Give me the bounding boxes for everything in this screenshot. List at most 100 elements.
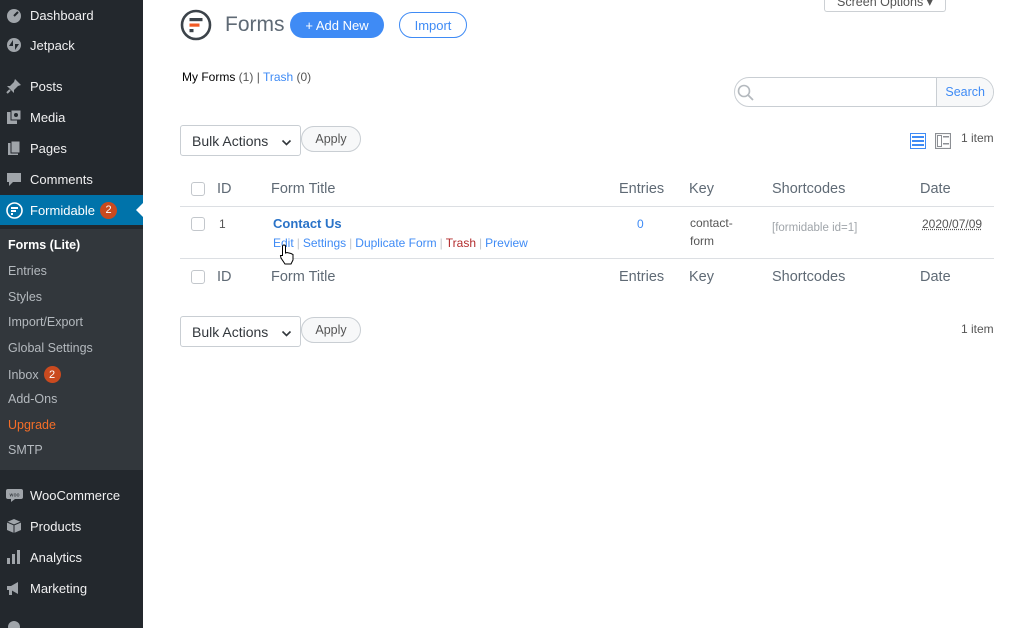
column-header-form-title[interactable]: Form Title — [271, 181, 335, 197]
column-footer-date[interactable]: Date — [920, 269, 951, 285]
bulk-actions-label: Bulk Actions — [192, 323, 269, 340]
menu-media[interactable]: Media — [0, 102, 143, 132]
chevron-down-icon — [281, 135, 292, 151]
menu-label: Analytics — [30, 549, 83, 565]
trash-link[interactable]: Trash — [446, 236, 476, 250]
search-icon — [735, 78, 756, 106]
woo-icon: woo — [5, 486, 23, 504]
page-title: Forms — [225, 13, 285, 36]
media-icon — [5, 108, 23, 126]
form-shortcode[interactable]: [formidable id=1] — [772, 222, 857, 234]
formidable-logo-icon — [180, 9, 212, 41]
menu-label: Media — [30, 109, 66, 125]
separator: | — [479, 236, 483, 250]
row-actions: Edit | Settings | Duplicate Form | Trash | Previ… — [273, 236, 528, 250]
submenu-import-export[interactable]: Import/Export — [8, 315, 83, 329]
menu-posts[interactable]: Posts — [0, 71, 143, 101]
menu-formidable[interactable]: Formidable 2 — [0, 195, 143, 225]
duplicate-form-link[interactable]: Duplicate Form — [355, 236, 436, 250]
excerpt-view-icon[interactable] — [934, 132, 952, 150]
notification-badge: 2 — [100, 201, 118, 219]
menu-label: Formidable — [30, 202, 96, 218]
submenu-global-settings[interactable]: Global Settings — [8, 341, 93, 355]
submenu-styles[interactable]: Styles — [8, 290, 42, 304]
column-header-id[interactable]: ID — [217, 181, 232, 197]
column-footer-key[interactable]: Key — [689, 269, 714, 285]
column-footer-entries[interactable]: Entries — [619, 269, 664, 285]
view-trash[interactable]: Trash — [263, 70, 293, 84]
admin-sidebar: Dashboard Jetpack Posts Media Pages Comm… — [0, 0, 143, 628]
form-id: 1 — [219, 217, 226, 231]
separator: | — [349, 236, 353, 250]
column-header-shortcodes: Shortcodes — [772, 181, 846, 197]
search-button[interactable]: Search — [936, 78, 993, 106]
select-all-checkbox[interactable] — [191, 182, 205, 196]
formidable-icon — [5, 201, 23, 219]
menu-products[interactable]: Products — [0, 511, 143, 541]
apply-button-bottom[interactable]: Apply — [301, 317, 361, 343]
view-my-forms-count: (1) — [238, 70, 254, 84]
submenu-label: Inbox — [8, 367, 39, 382]
column-footer-shortcodes: Shortcodes — [772, 269, 846, 285]
submenu-add-ons[interactable]: Add-Ons — [8, 392, 57, 406]
apply-button[interactable]: Apply — [301, 126, 361, 152]
menu-label: WooCommerce — [30, 487, 121, 503]
bulk-actions-select[interactable]: Bulk Actions — [180, 125, 301, 156]
table-divider — [180, 258, 994, 259]
menu-pages[interactable]: Pages — [0, 133, 143, 163]
preview-link[interactable]: Preview — [485, 236, 528, 250]
svg-text:woo: woo — [9, 493, 19, 499]
settings-link[interactable]: Settings — [303, 236, 346, 250]
screen-options-toggle[interactable]: Screen Options ▾ — [824, 0, 946, 12]
submenu-upgrade[interactable]: Upgrade — [8, 418, 56, 432]
table-divider — [180, 206, 994, 207]
list-view-icon[interactable] — [910, 133, 926, 149]
submenu-smtp[interactable]: SMTP — [8, 443, 43, 457]
menu-comments[interactable]: Comments — [0, 164, 143, 194]
search-input[interactable] — [756, 78, 937, 106]
menu-dashboard[interactable]: Dashboard — [0, 0, 143, 30]
menu-more[interactable] — [0, 608, 143, 628]
menu-label: Dashboard — [30, 7, 94, 23]
add-new-button[interactable]: + Add New — [290, 12, 384, 38]
pages-icon — [5, 139, 23, 157]
menu-label: Jetpack — [30, 37, 75, 53]
entries-count-link[interactable]: 0 — [637, 217, 644, 231]
column-footer-form-title[interactable]: Form Title — [271, 269, 335, 285]
pin-icon — [5, 77, 23, 95]
bar-chart-icon — [5, 548, 23, 566]
megaphone-icon — [5, 579, 23, 597]
submenu-entries[interactable]: Entries — [8, 264, 47, 278]
column-header-entries[interactable]: Entries — [619, 181, 664, 197]
form-title-link[interactable]: Contact Us — [273, 216, 342, 231]
separator: | — [296, 236, 300, 250]
import-button[interactable]: Import — [399, 12, 467, 38]
column-footer-id[interactable]: ID — [217, 269, 232, 285]
menu-analytics[interactable]: Analytics — [0, 542, 143, 572]
separator: | — [439, 236, 443, 250]
form-date: 2020/07/09 — [922, 217, 983, 231]
menu-woocommerce[interactable]: woo WooCommerce — [0, 480, 143, 510]
formidable-submenu: Forms (Lite) Entries Styles Import/Expor… — [0, 229, 143, 470]
select-all-checkbox-footer[interactable] — [191, 270, 205, 284]
main-content: Screen Options ▾ Forms + Add New Import … — [143, 0, 1024, 628]
bulk-actions-label: Bulk Actions — [192, 132, 269, 149]
menu-label: Pages — [30, 140, 67, 156]
submenu-inbox[interactable]: Inbox 2 — [8, 366, 61, 383]
view-my-forms[interactable]: My Forms — [182, 70, 235, 84]
items-count: 1 item — [961, 131, 994, 145]
row-checkbox[interactable] — [191, 217, 205, 231]
menu-marketing[interactable]: Marketing — [0, 573, 143, 603]
submenu-forms-lite[interactable]: Forms (Lite) — [8, 238, 80, 252]
column-header-date[interactable]: Date — [920, 181, 951, 197]
menu-label: Marketing — [30, 580, 88, 596]
menu-label: Posts — [30, 78, 63, 94]
bulk-actions-select-bottom[interactable]: Bulk Actions — [180, 316, 301, 347]
menu-jetpack[interactable]: Jetpack — [0, 30, 143, 60]
dashboard-icon — [5, 6, 23, 24]
form-key-line1: contact- — [690, 216, 733, 230]
items-count-bottom: 1 item — [961, 322, 994, 336]
column-header-key[interactable]: Key — [689, 181, 714, 197]
search-box: Search — [734, 77, 994, 107]
appearance-icon — [5, 614, 23, 628]
